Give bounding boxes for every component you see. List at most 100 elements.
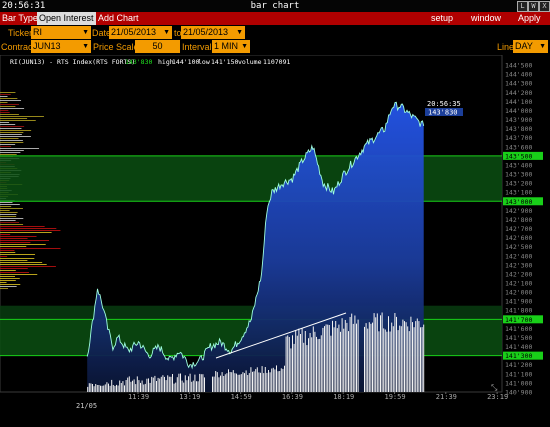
price-chart[interactable]: RI(JUN13) - RTS Index(RTS FORTS) 143'830… (0, 54, 550, 423)
profile-bar (0, 124, 16, 125)
y-tick-label: 142'100 (505, 280, 532, 288)
chart-area[interactable]: RI(JUN13) - RTS Index(RTS FORTS) 143'830… (0, 54, 550, 423)
volume-bar (298, 328, 300, 392)
profile-bar (0, 96, 8, 97)
profile-bar (0, 116, 44, 117)
volume-bar (287, 335, 289, 392)
volume-bar (146, 378, 148, 392)
volume-bar (95, 384, 97, 392)
y-tick-label: 141'300 (505, 352, 532, 360)
volume-bar (120, 383, 122, 392)
volume-bar (399, 325, 401, 392)
volume-bar (284, 365, 285, 392)
y-tick-label: 143'300 (505, 171, 532, 179)
y-tick-label: 142'500 (505, 243, 532, 251)
interval-field[interactable]: 1 MIN ▼ (212, 40, 250, 53)
volume-bar (335, 321, 337, 392)
volume-bar (170, 376, 172, 392)
y-tick-label: 143'000 (505, 198, 532, 206)
profile-bar (0, 278, 20, 279)
profile-bar (0, 148, 40, 149)
chevron-down-icon: ▼ (82, 29, 89, 36)
contract-field[interactable]: JUN13 ▼ (31, 40, 91, 53)
volume-bar (325, 324, 327, 392)
contract-label: Contract (1, 42, 36, 52)
volume-bar (173, 383, 175, 392)
profile-bar (0, 154, 17, 155)
price-scale-field[interactable]: 50 (135, 40, 180, 53)
profile-bar (0, 106, 16, 107)
volume-bar (324, 326, 325, 392)
y-tick-label: 142'900 (505, 207, 532, 215)
volume-bar (266, 372, 268, 392)
resize-handle-icon[interactable]: ⤡ (491, 383, 498, 392)
volume-bar (197, 381, 199, 392)
volume-bar (196, 381, 197, 392)
volume-bar (229, 372, 231, 392)
volume-bar (389, 331, 391, 392)
y-tick-label: 143'800 (505, 125, 532, 133)
ticker-field[interactable]: RI ▼ (31, 26, 91, 39)
volume-bar (250, 367, 252, 392)
volume-bar (184, 375, 186, 392)
volume-bar (101, 385, 103, 392)
menu-bar-type[interactable]: Bar Type (0, 12, 40, 25)
volume-bar (127, 377, 129, 392)
menu-apply[interactable]: Apply (516, 12, 543, 25)
date-to-field[interactable]: 21/05/2013 ▼ (181, 26, 245, 39)
y-axis: 144'500144'400144'300144'200144'100144'0… (503, 62, 543, 396)
y-tick-label: 142'200 (505, 270, 532, 278)
profile-bar (0, 126, 25, 127)
volume-bar (130, 381, 132, 392)
volume-bar (372, 322, 373, 392)
volume-bar (189, 373, 191, 392)
date-from-field[interactable]: 21/05/2013 ▼ (109, 26, 172, 39)
y-tick-label: 143'500 (505, 152, 532, 160)
chevron-down-icon: ▼ (539, 43, 546, 50)
volume-bar (392, 326, 394, 392)
y-tick-label: 144'200 (505, 89, 532, 97)
volume-bar (370, 323, 372, 392)
volume-bar (349, 317, 351, 392)
support-band (0, 155, 502, 202)
volume-bar (237, 374, 239, 392)
menu-open-interest[interactable]: Open Interest (37, 12, 96, 25)
volume-bar (368, 322, 370, 392)
volume-bar (162, 375, 164, 392)
volume-bar (226, 373, 228, 392)
volume-bar (292, 335, 293, 392)
volume-bar (319, 338, 321, 392)
profile-bar (0, 104, 19, 105)
profile-bar (0, 136, 31, 137)
volume-bar (106, 382, 108, 392)
toolbar-row-contract: Contract JUN13 ▼ Price Scale 50 Interval … (0, 39, 550, 55)
profile-bar (0, 114, 19, 115)
volume-bar (156, 381, 157, 392)
minimize-icon[interactable]: L (517, 1, 528, 12)
close-icon[interactable]: X (539, 1, 550, 12)
menu-window[interactable]: window (469, 12, 503, 25)
profile-bar (0, 112, 10, 113)
volume-bar (381, 312, 383, 392)
profile-bar (0, 220, 16, 221)
restore-icon[interactable]: W (528, 1, 539, 12)
y-tick-label: 142'700 (505, 225, 532, 233)
profile-bar (0, 252, 16, 253)
y-tick-label: 144'300 (505, 80, 532, 88)
profile-bar (0, 146, 12, 147)
volume-bar (268, 370, 269, 392)
profile-bar (0, 204, 20, 205)
volume-bar (242, 372, 244, 392)
volume-bar (218, 377, 220, 392)
volume-bar (149, 382, 151, 392)
menu-setup[interactable]: setup (429, 12, 455, 25)
volume-bar (234, 373, 236, 392)
menu-add-chart[interactable]: Add Chart (96, 12, 141, 25)
volume-bar (402, 319, 404, 392)
volume-bar (183, 382, 185, 392)
volume-bar (332, 320, 333, 392)
volume-bar (375, 317, 377, 392)
x-tick-label: 18:19 (333, 393, 354, 401)
volume-bar (415, 321, 417, 392)
line-field[interactable]: DAY ▼ (513, 40, 548, 53)
